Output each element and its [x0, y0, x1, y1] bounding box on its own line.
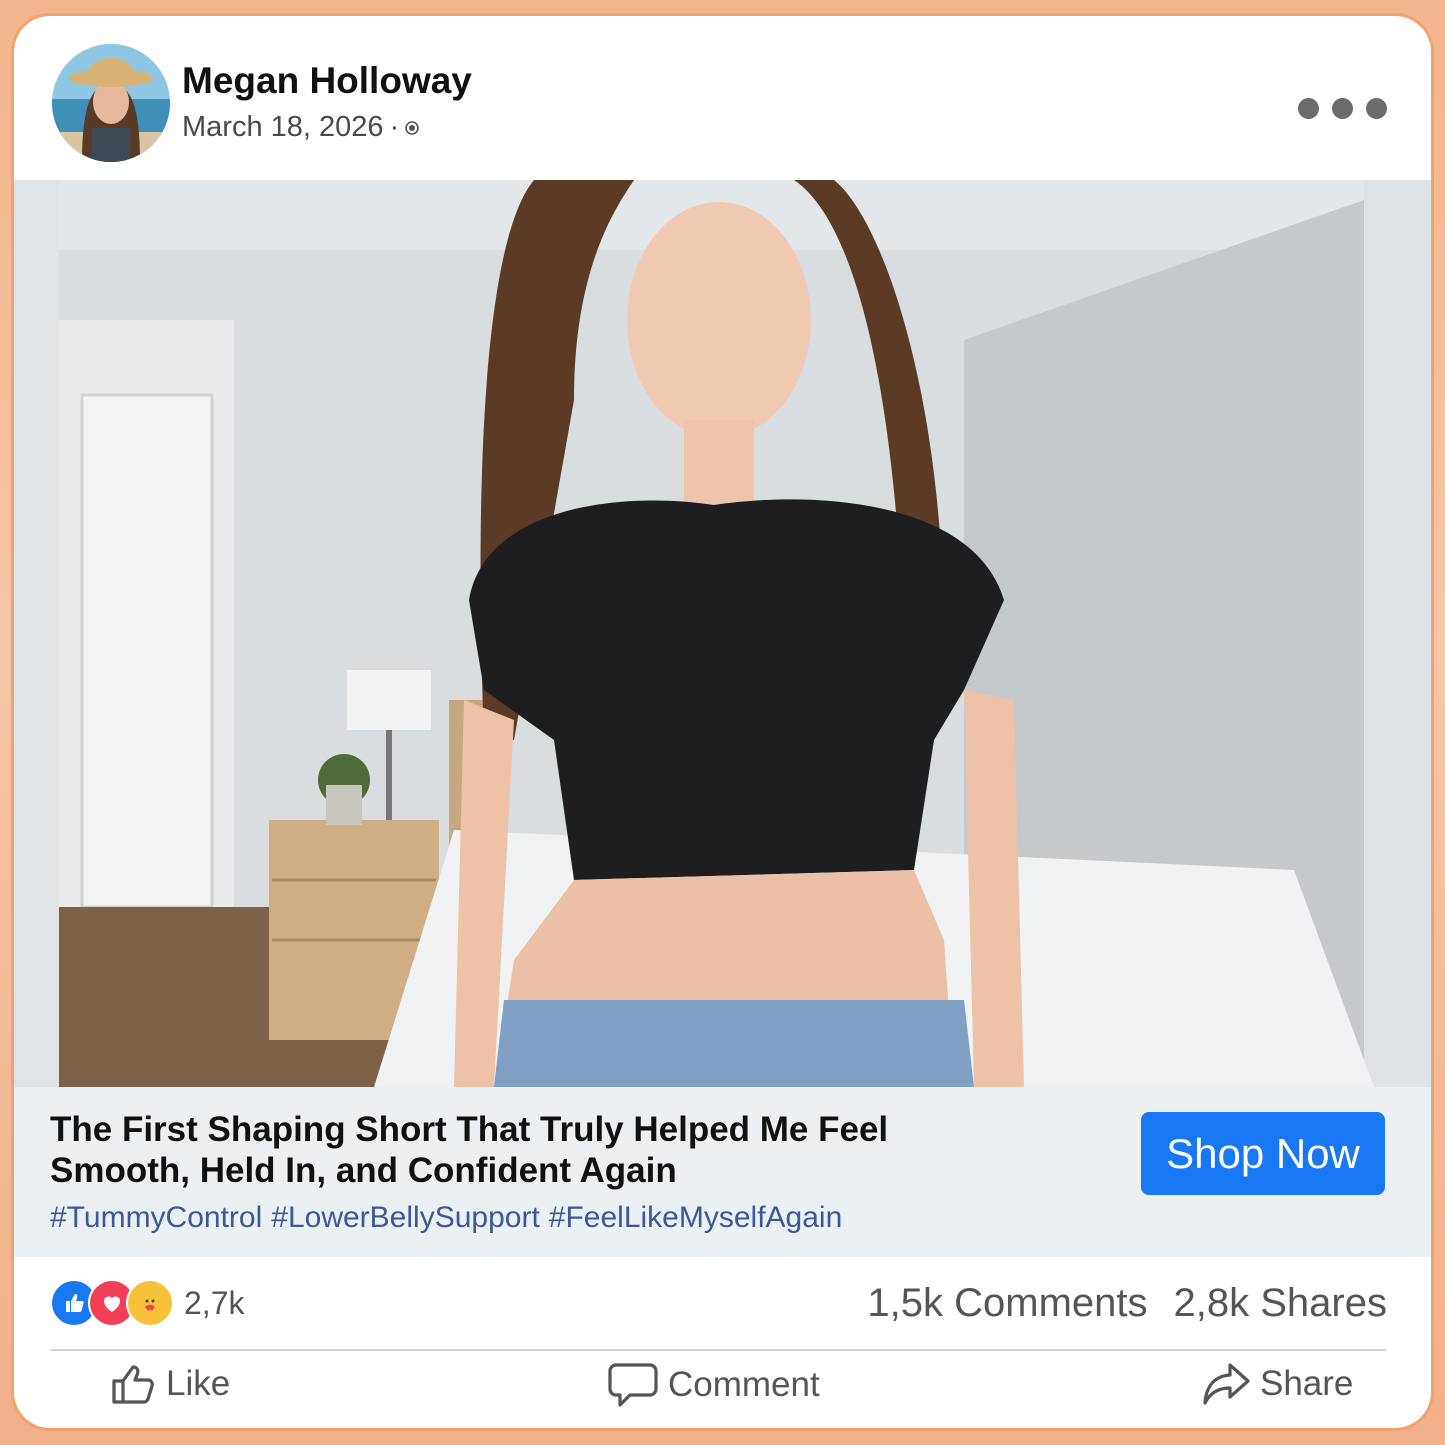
reactions-summary[interactable]: 2,7k [50, 1279, 244, 1327]
action-bar: Like Comment Share [14, 1351, 1431, 1428]
care-icon [126, 1279, 174, 1327]
share-arrow-icon [1203, 1363, 1250, 1405]
author-name[interactable]: Megan Holloway [182, 60, 472, 102]
avatar[interactable] [52, 44, 170, 162]
comment-label: Comment [668, 1365, 820, 1404]
thumbs-up-icon [112, 1365, 154, 1404]
post-date[interactable]: March 18, 2026 [182, 111, 384, 144]
speech-bubble-icon [608, 1363, 658, 1407]
shop-now-button[interactable]: Shop Now [1141, 1112, 1385, 1195]
hashtag-link[interactable]: #TummyControl [50, 1201, 262, 1234]
engagement-stats: 2,7k 1,5k Comments 2,8k Shares [14, 1257, 1431, 1349]
avatar-photo [52, 44, 170, 162]
ad-link-bar[interactable]: The First Shaping Short That Truly Helpe… [14, 1087, 1431, 1257]
meta-separator: · [389, 111, 400, 143]
engagement-counts: 1,5k Comments 2,8k Shares [867, 1281, 1387, 1326]
comment-button[interactable]: Comment [608, 1361, 820, 1409]
like-label: Like [166, 1364, 231, 1403]
more-options-icon[interactable] [1298, 98, 1387, 119]
post-image [14, 180, 1431, 1087]
reaction-count: 2,7k [184, 1284, 245, 1321]
share-button[interactable]: Share [1202, 1361, 1353, 1407]
globe-icon [405, 120, 419, 135]
post-card: Megan Holloway March 18, 2026 · The Firs… [14, 16, 1431, 1428]
hashtag-link[interactable]: #LowerBellySupport [271, 1201, 540, 1234]
ad-headline[interactable]: The First Shaping Short That Truly Helpe… [50, 1109, 1010, 1191]
post-meta: March 18, 2026 · [182, 111, 419, 144]
post-header: Megan Holloway March 18, 2026 · [14, 16, 1431, 180]
comments-count[interactable]: 1,5k Comments [867, 1281, 1147, 1326]
hashtag-link[interactable]: #FeelLikeMyselfAgain [549, 1201, 842, 1234]
like-button[interactable]: Like [110, 1361, 230, 1407]
share-label: Share [1260, 1364, 1354, 1403]
shares-count[interactable]: 2,8k Shares [1174, 1281, 1387, 1326]
bedroom-photo [14, 180, 1431, 1087]
hashtag-list: #TummyControl #LowerBellySupport #FeelLike… [50, 1201, 851, 1235]
